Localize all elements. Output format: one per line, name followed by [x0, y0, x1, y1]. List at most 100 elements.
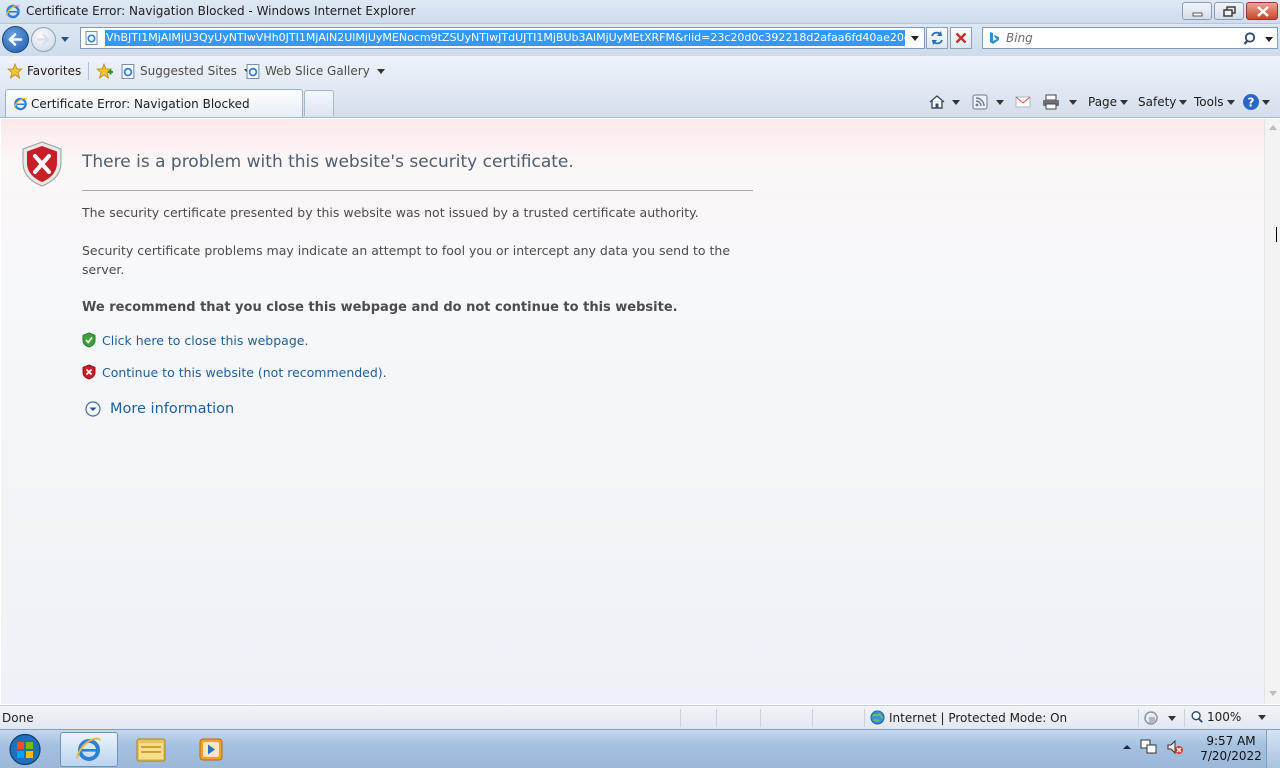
- restore-icon: [1223, 6, 1236, 17]
- more-information-toggle[interactable]: More information: [85, 399, 234, 419]
- zoom-control[interactable]: 100%: [1190, 710, 1267, 724]
- stop-x-icon: [955, 32, 967, 44]
- tab-certificate-error[interactable]: Certificate Error: Navigation Blocked: [5, 89, 303, 117]
- home-icon: [929, 95, 945, 109]
- recent-pages-dropdown-icon[interactable]: [59, 32, 71, 46]
- taskbar-clock[interactable]: 9:57 AM 7/20/2022: [1200, 734, 1262, 764]
- page-heading: There is a problem with this website's s…: [82, 152, 574, 172]
- help-dropdown-icon[interactable]: [1262, 99, 1270, 105]
- suggested-sites-button[interactable]: Suggested Sites: [121, 62, 252, 80]
- continue-to-website-link[interactable]: Continue to this website (not recommende…: [102, 365, 387, 380]
- status-divider: [1184, 709, 1185, 727]
- refresh-button[interactable]: [926, 27, 948, 49]
- search-placeholder: Bing: [1006, 31, 1033, 45]
- untrusted-authority-text: The security certificate presented by th…: [82, 205, 699, 220]
- back-arrow-icon: [8, 33, 23, 46]
- stop-button[interactable]: [950, 27, 972, 49]
- status-bar: Done Internet | Protected Mode: On 100%: [0, 705, 1280, 729]
- add-favorite-star-icon: [96, 63, 113, 79]
- scroll-down-arrow-icon[interactable]: [1269, 691, 1277, 696]
- clock-date: 7/20/2022: [1200, 749, 1262, 763]
- web-slice-gallery-label: Web Slice Gallery: [265, 64, 370, 78]
- page-menu-button[interactable]: Page: [1088, 93, 1129, 111]
- chevron-down-icon: [1179, 99, 1188, 105]
- show-desktop-button[interactable]: [1266, 730, 1280, 768]
- tab-ie-icon: [13, 97, 28, 111]
- taskbar-windows-explorer[interactable]: [122, 732, 180, 767]
- forward-arrow-icon: [36, 33, 50, 46]
- web-slice-page-icon: [246, 63, 260, 79]
- status-divider: [716, 709, 717, 727]
- protected-mode-icon: [1144, 711, 1158, 725]
- search-box[interactable]: Bing: [982, 27, 1278, 49]
- favorites-separator: [88, 62, 89, 80]
- more-information-label: More information: [110, 401, 235, 417]
- new-tab-button[interactable]: [304, 90, 334, 116]
- forward-button[interactable]: [31, 27, 56, 52]
- favorites-button[interactable]: Favorites: [7, 62, 81, 80]
- clock-time: 9:57 AM: [1206, 734, 1256, 748]
- address-bar[interactable]: VhBJTI1MjAlMjU3QyUyNTIwVHh0JTI1MjAlN2UlM…: [80, 27, 925, 49]
- taskbar-internet-explorer[interactable]: [60, 732, 118, 767]
- tab-command-bar: Certificate Error: Navigation Blocked Pa…: [0, 86, 1280, 118]
- vertical-scrollbar[interactable]: [1264, 119, 1280, 704]
- recommendation-text: We recommend that you close this webpage…: [82, 300, 678, 315]
- zoom-magnifier-icon: [1191, 711, 1203, 723]
- volume-muted-icon[interactable]: [1166, 738, 1184, 756]
- page-menu-label: Page: [1088, 95, 1118, 109]
- taskbar-media-player[interactable]: [182, 732, 240, 767]
- web-slice-gallery-button[interactable]: Web Slice Gallery: [246, 62, 385, 80]
- close-webpage-link[interactable]: Click here to close this webpage.: [102, 333, 308, 348]
- ie-logo-icon: [5, 4, 21, 19]
- chevron-down-icon: [1226, 99, 1235, 105]
- network-icon[interactable]: [1140, 738, 1158, 756]
- url-text[interactable]: VhBJTI1MjAlMjU3QyUyNTIwVHh0JTI1MjAlN2UlM…: [105, 30, 905, 46]
- windows-taskbar: 9:57 AM 7/20/2022: [0, 729, 1280, 768]
- feeds-dropdown-icon[interactable]: [996, 99, 1004, 105]
- close-webpage-row: Click here to close this webpage.: [82, 331, 308, 349]
- globe-icon: [870, 710, 885, 725]
- close-window-button[interactable]: [1246, 2, 1278, 20]
- search-icon[interactable]: [1243, 31, 1259, 47]
- mail-icon: [1015, 96, 1031, 108]
- search-options-dropdown-icon[interactable]: [1263, 31, 1275, 47]
- tools-menu-label: Tools: [1194, 95, 1224, 109]
- address-dropdown-icon[interactable]: [908, 30, 922, 46]
- zoom-level: 100%: [1207, 710, 1242, 724]
- favorites-bar: Favorites Suggested Sites Web Slice Gall…: [0, 56, 1280, 86]
- home-button[interactable]: [928, 93, 960, 111]
- windows-start-orb-icon[interactable]: [4, 732, 46, 767]
- rss-feed-icon: [972, 94, 988, 110]
- suggested-sites-page-icon: [121, 63, 135, 79]
- media-player-icon: [199, 738, 223, 761]
- back-button[interactable]: [2, 26, 29, 53]
- red-shield-x-icon: [82, 364, 96, 380]
- navigation-bar: VhBJTI1MjAlMjU3QyUyNTIwVHh0JTI1MjAlN2UlM…: [0, 24, 1280, 56]
- safety-menu-button[interactable]: Safety: [1138, 93, 1188, 111]
- bing-icon: [990, 32, 999, 44]
- system-tray: [1122, 738, 1184, 756]
- home-dropdown-icon[interactable]: [952, 99, 960, 105]
- continue-website-row: Continue to this website (not recommende…: [82, 363, 387, 381]
- minimize-button[interactable]: [1182, 2, 1212, 20]
- feeds-button[interactable]: [972, 93, 1004, 111]
- security-zone[interactable]: Internet | Protected Mode: On: [870, 710, 1067, 725]
- tools-menu-button[interactable]: Tools: [1194, 93, 1235, 111]
- status-divider: [680, 709, 681, 727]
- print-dropdown-icon[interactable]: [1069, 99, 1077, 105]
- safety-menu-label: Safety: [1138, 95, 1177, 109]
- chevron-down-icon: [376, 68, 385, 74]
- add-to-favorites-bar-button[interactable]: [96, 62, 114, 80]
- read-mail-button[interactable]: [1015, 93, 1031, 111]
- print-button[interactable]: [1042, 93, 1077, 111]
- protected-mode-button[interactable]: [1143, 710, 1176, 726]
- scroll-up-arrow-icon[interactable]: [1269, 125, 1277, 130]
- restore-button[interactable]: [1214, 2, 1244, 20]
- help-button[interactable]: ?: [1242, 93, 1270, 111]
- suggested-sites-label: Suggested Sites: [140, 64, 237, 78]
- zone-label: Internet | Protected Mode: On: [889, 710, 1068, 725]
- status-text: Done: [2, 711, 34, 725]
- text-cursor-icon: [1276, 227, 1279, 242]
- show-hidden-icons-icon[interactable]: [1122, 742, 1132, 752]
- status-divider: [864, 709, 865, 727]
